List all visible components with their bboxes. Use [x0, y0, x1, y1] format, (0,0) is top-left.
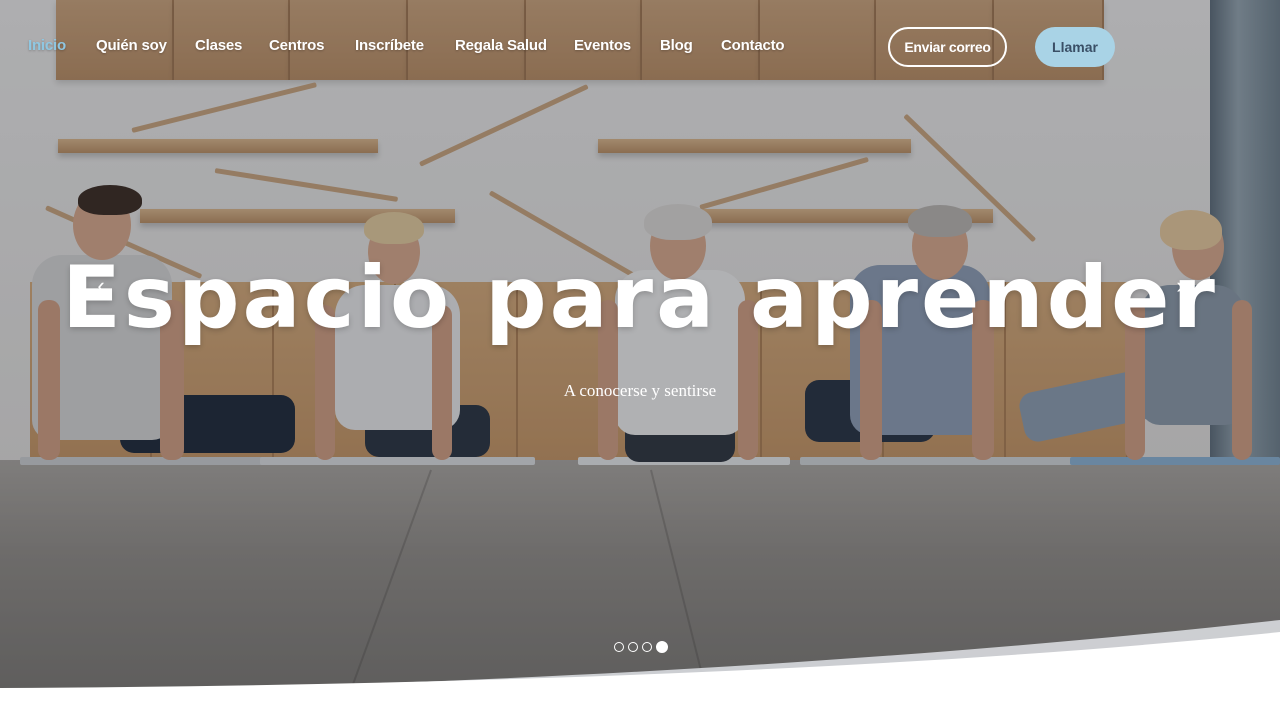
send-email-button[interactable]: Enviar correo	[888, 27, 1007, 67]
chevron-right-icon: ›	[1176, 273, 1184, 298]
hero-title: Espacio para aprender	[62, 248, 1218, 348]
nav-item-eventos[interactable]: Eventos	[574, 37, 631, 54]
slider-next-button[interactable]: ›	[1168, 272, 1192, 300]
chevron-left-icon: ‹	[97, 273, 105, 298]
nav-item-quien-soy[interactable]: Quién soy	[96, 37, 167, 54]
call-button[interactable]: Llamar	[1035, 27, 1115, 67]
main-navigation: Inicio Quién soy Clases Centros Inscríbe…	[0, 0, 1280, 94]
nav-item-contacto[interactable]: Contacto	[721, 37, 785, 54]
hero-subtitle: A conocerse y sentirse	[563, 381, 717, 400]
nav-item-inicio[interactable]: Inicio	[28, 37, 66, 54]
nav-item-regala-salud[interactable]: Regala Salud	[455, 37, 547, 54]
carousel-dot[interactable]	[656, 641, 668, 653]
carousel-dot[interactable]	[642, 642, 652, 652]
nav-item-inscribete[interactable]: Inscríbete	[355, 37, 424, 54]
hero-slider	[0, 0, 1280, 701]
carousel-pagination	[614, 641, 668, 653]
hero-bottom-wave	[0, 620, 1280, 701]
nav-item-clases[interactable]: Clases	[195, 37, 242, 54]
slider-prev-button[interactable]: ‹	[89, 272, 113, 300]
carousel-dot[interactable]	[628, 642, 638, 652]
nav-item-centros[interactable]: Centros	[269, 37, 324, 54]
nav-item-blog[interactable]: Blog	[660, 37, 693, 54]
carousel-dot[interactable]	[614, 642, 624, 652]
